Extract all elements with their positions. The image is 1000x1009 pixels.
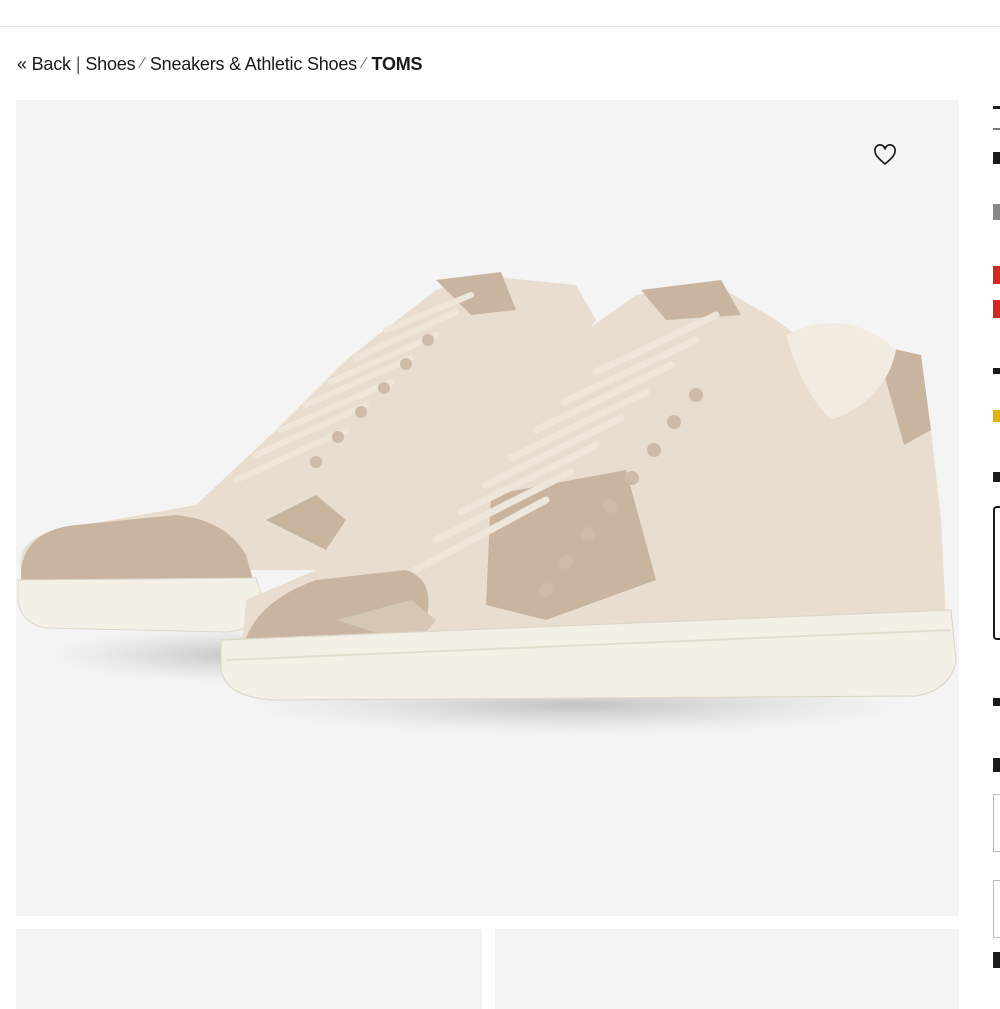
product-main-image[interactable] [16,100,959,916]
product-info-panel-clipped [993,100,1000,1000]
breadcrumb-sneakers[interactable]: Sneakers & Athletic Shoes [150,54,357,75]
panel-fragment [993,952,1000,968]
breadcrumb-brand[interactable]: TOMS [371,54,422,75]
panel-fragment [993,152,1000,164]
breadcrumb-divider: | [75,53,81,74]
breadcrumb-shoes[interactable]: Shoes [85,54,135,75]
heart-outline-icon [874,144,896,165]
top-bar [0,0,1000,27]
panel-fragment [993,758,1000,772]
product-thumbnail[interactable] [495,929,959,1009]
width-select-fragment[interactable] [993,880,1000,938]
back-link[interactable]: « Back [17,54,71,75]
panel-fragment [993,698,1000,706]
panel-fragment [993,204,1000,220]
sale-fragment [993,300,1000,318]
breadcrumb: « Back | Shoes ⁄ Sneakers & Athletic Sho… [17,52,423,76]
size-select-fragment[interactable] [993,794,1000,852]
panel-fragment [993,128,1000,130]
selected-swatch-fragment[interactable] [993,506,1000,640]
favorite-button[interactable] [868,140,902,170]
panel-fragment [993,472,1000,482]
sale-fragment [993,266,1000,284]
breadcrumb-separator: ⁄ [141,55,144,72]
product-thumbnail[interactable] [16,929,482,1009]
product-shoe-image [17,272,957,735]
panel-fragment [993,106,1000,109]
panel-fragment [993,368,1000,374]
breadcrumb-separator: ⁄ [362,55,366,72]
rating-fragment [993,410,1000,422]
